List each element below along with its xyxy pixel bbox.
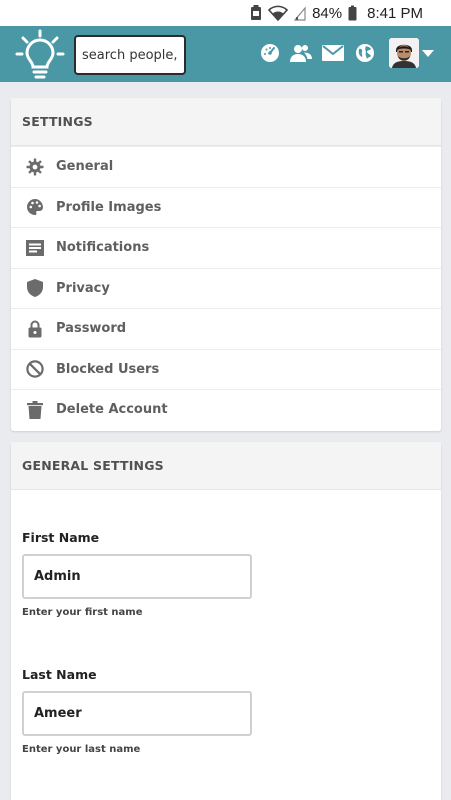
lightbulb-logo-icon[interactable] [14, 29, 66, 81]
settings-item-delete-account[interactable]: Delete Account [11, 389, 441, 430]
mail-icon[interactable] [322, 42, 344, 64]
lock-icon [25, 319, 45, 339]
globe-icon[interactable] [354, 42, 376, 64]
first-name-help: Enter your first name [22, 607, 143, 618]
general-settings-title: GENERAL SETTINGS [11, 442, 441, 490]
first-name-label: First Name [22, 530, 100, 545]
trash-icon [25, 400, 45, 420]
status-bar: 84% 8:41 PM [0, 0, 451, 26]
settings-item-label: Blocked Users [56, 361, 160, 377]
search-input[interactable] [74, 35, 186, 75]
settings-item-general[interactable]: General [11, 146, 441, 187]
settings-item-notifications[interactable]: Notifications [11, 227, 441, 268]
settings-item-label: Privacy [56, 280, 110, 296]
settings-item-label: Profile Images [56, 199, 162, 215]
settings-item-label: Password [56, 321, 127, 337]
settings-item-label: Notifications [56, 240, 150, 256]
clock: 8:41 PM [367, 4, 423, 22]
settings-menu-card: SETTINGS General Profile Images Notifica… [11, 98, 441, 431]
last-name-help: Enter your last name [22, 744, 141, 755]
gear-icon [25, 157, 45, 177]
notifications-icon [25, 238, 45, 258]
chevron-down-icon[interactable] [422, 50, 434, 57]
settings-item-profile-images[interactable]: Profile Images [11, 186, 441, 228]
settings-item-privacy[interactable]: Privacy [11, 267, 441, 309]
settings-item-password[interactable]: Password [11, 308, 441, 349]
palette-icon [25, 197, 45, 217]
block-icon [25, 359, 45, 379]
settings-item-blocked-users[interactable]: Blocked Users [11, 348, 441, 390]
app-bar [0, 26, 451, 82]
settings-menu-title: SETTINGS [11, 98, 441, 146]
first-name-field[interactable] [22, 554, 252, 599]
general-settings-card: GENERAL SETTINGS First Name Enter your f… [11, 442, 441, 800]
settings-item-label: Delete Account [56, 402, 168, 418]
shield-icon [25, 278, 45, 298]
battery-percent: 84% [312, 4, 343, 22]
last-name-label: Last Name [22, 667, 97, 682]
signal-icon [294, 5, 306, 21]
dashboard-icon[interactable] [259, 42, 281, 64]
wifi-icon [268, 5, 289, 21]
last-name-field[interactable] [22, 691, 252, 736]
settings-item-label: General [56, 159, 114, 175]
battery-icon [348, 5, 357, 21]
notification-icon [250, 5, 262, 21]
friends-icon[interactable] [290, 42, 312, 64]
avatar[interactable] [389, 38, 419, 68]
